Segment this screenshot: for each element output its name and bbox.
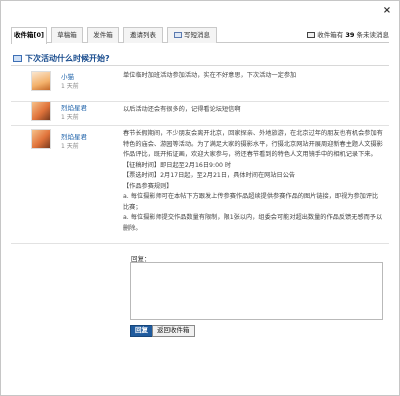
message-time: 1 天前 — [61, 83, 79, 90]
message-paragraph: 【征稿时间】即日起至2月16日9:00 时 — [123, 161, 232, 169]
message-divider — [11, 243, 389, 244]
message-icon — [13, 55, 22, 62]
sender-name[interactable]: 烈焰星君 — [61, 131, 87, 141]
message-paragraph: 以后活动还会有很多的，记得看论坛短信啊 — [123, 106, 241, 113]
message-dialog: × 收件箱[0] 草稿箱 发件箱 邀请列表 写短消息 收件箱有 39 条未读消息… — [0, 0, 400, 396]
tab-inbox-label: 收件箱[0] — [14, 31, 44, 39]
message-item: 烈焰星君 1 天前 春节长假期间，不少朋友会离开北京，回家探亲、外地旅游，在北京… — [11, 129, 389, 239]
tab-inbox[interactable]: 收件箱[0] — [11, 27, 47, 44]
avatar[interactable] — [31, 71, 51, 91]
message-time: 1 天前 — [61, 114, 79, 121]
message-divider — [11, 125, 389, 126]
message-paragraph: a. 每位摄影师提交作品数量有限制，限1张以内，组委会可能对超出数量的作品反馈无… — [123, 214, 383, 232]
tab-outbox-label: 发件箱 — [93, 31, 113, 39]
tab-drafts[interactable]: 草稿箱 — [51, 27, 83, 43]
message-subject: 下次活动什么时候开始? — [13, 53, 110, 64]
message-paragraph: 单位临时加班活动参加活动，实在不好意思，下次活动一定参加 — [123, 72, 297, 79]
sender-name[interactable]: 小猫 — [61, 71, 74, 81]
message-time: 1 天前 — [61, 143, 79, 150]
close-icon[interactable]: × — [381, 5, 393, 17]
avatar[interactable] — [31, 101, 51, 121]
message-paragraph: 春节长假期间，不少朋友会离开北京，回家探亲、外地旅游，在北京过年的朋友也有机会参… — [123, 130, 383, 158]
message-paragraph: 【作品参赛规则】 — [123, 182, 173, 190]
message-body: 春节长假期间，不少朋友会离开北京，回家探亲、外地旅游，在北京过年的朋友也有机会参… — [123, 129, 383, 234]
message-body: 以后活动还会有很多的，记得看论坛短信啊 — [123, 105, 383, 116]
avatar[interactable] — [31, 129, 51, 149]
tab-compose-label: 写短消息 — [184, 31, 210, 39]
sender-name[interactable]: 烈焰星君 — [61, 102, 87, 112]
mailbox-tab-bar: 收件箱[0] 草稿箱 发件箱 邀请列表 写短消息 收件箱有 39 条未读消息 — [11, 27, 389, 44]
unread-count: 39 — [345, 31, 355, 39]
tab-outbox[interactable]: 发件箱 — [87, 27, 119, 43]
tab-invitations-label: 邀请列表 — [130, 31, 156, 39]
message-body: 单位临时加班活动参加活动，实在不好意思，下次活动一定参加 — [123, 71, 383, 82]
mail-icon — [307, 32, 316, 38]
message-paragraph: a. 每位摄影师可在本帖下方跟发上传参赛作品超续提供参赛作品的图片链接，即视为参… — [123, 193, 379, 211]
tab-invitations[interactable]: 邀请列表 — [123, 27, 163, 43]
back-to-inbox-button[interactable]: 返回收件箱 — [152, 325, 195, 337]
message-subject-text: 下次活动什么时候开始? — [25, 54, 110, 63]
message-paragraph: 【票选时间】2月17日起，至2月21日，具体时间在网站日公告 — [123, 172, 296, 179]
subject-divider — [11, 65, 389, 66]
unread-summary: 收件箱有 39 条未读消息 — [307, 29, 389, 39]
message-item: 小猫 1 天前 单位临时加班活动参加活动，实在不好意思，下次活动一定参加 — [11, 71, 389, 99]
unread-prefix: 收件箱有 — [317, 31, 344, 39]
compose-icon — [174, 32, 182, 38]
tab-drafts-label: 草稿箱 — [57, 31, 77, 39]
tab-compose[interactable]: 写短消息 — [167, 27, 217, 43]
message-item: 烈焰星君 1 天前 以后活动还会有很多的，记得看论坛短信啊 — [11, 101, 389, 125]
reply-textarea[interactable] — [130, 262, 383, 320]
unread-suffix: 条未读消息 — [356, 31, 390, 39]
reply-button[interactable]: 回复 — [130, 325, 153, 337]
